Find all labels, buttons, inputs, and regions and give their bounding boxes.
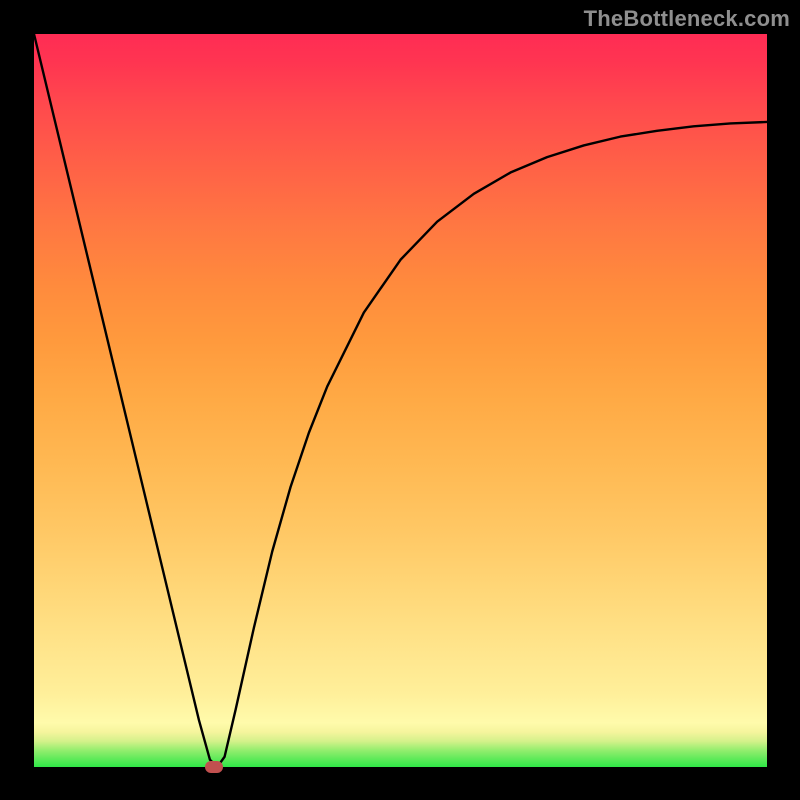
watermark-text: TheBottleneck.com — [584, 6, 790, 32]
bottleneck-curve — [34, 34, 767, 767]
plot-area — [34, 34, 767, 767]
optimum-marker — [205, 761, 223, 773]
chart-frame: TheBottleneck.com — [0, 0, 800, 800]
curve-layer — [34, 34, 767, 767]
